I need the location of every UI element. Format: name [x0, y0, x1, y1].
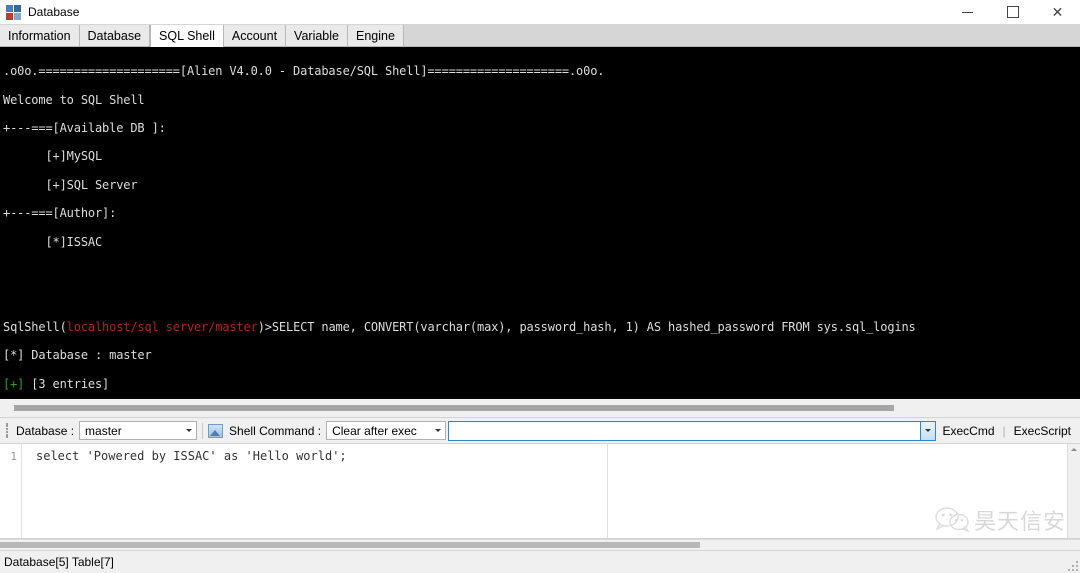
minimize-button[interactable] [945, 0, 990, 24]
close-button[interactable]: ✕ [1035, 0, 1080, 24]
application-window: Database ✕ Information Database SQL Shel… [0, 0, 1080, 573]
wechat-icon-svg [935, 507, 971, 533]
minimize-icon [962, 11, 973, 13]
toolbar-grip[interactable] [4, 422, 11, 439]
tab-bar: Information Database SQL Shell Account V… [0, 24, 1080, 47]
toolbar-divider [202, 422, 204, 439]
terminal-banner: .o0o.====================[Alien V4.0.0 -… [3, 64, 605, 79]
terminal-text: .o0o.====================[Alien V4.0.0 -… [1, 48, 1079, 398]
resize-grip[interactable] [1066, 559, 1078, 571]
terminal-status-database: [*] Database : master [3, 348, 152, 363]
terminal-prompt-line: SqlShell(localhost/sql server/master)>SE… [3, 320, 1079, 334]
editor-horizontal-scrollbar[interactable] [0, 539, 1080, 550]
terminal-author-item: [*]ISSAC [3, 234, 103, 249]
watermark-text: 昊天信安 [973, 510, 1066, 535]
tab-engine[interactable]: Engine [347, 25, 404, 46]
entries-count: [3 entries] [24, 376, 110, 391]
exec-script-button[interactable]: ExecScript [1007, 424, 1078, 438]
tab-account[interactable]: Account [223, 25, 287, 46]
terminal-horizontal-scrollbar[interactable] [0, 399, 1080, 418]
window-controls: ✕ [945, 0, 1080, 24]
database-select[interactable]: master [79, 421, 198, 440]
prompt-command: SELECT name, CONVERT(varchar(max), passw… [271, 319, 916, 334]
exec-cmd-button[interactable]: ExecCmd [936, 424, 1002, 438]
tab-sql-shell[interactable]: SQL Shell [150, 25, 224, 47]
maximize-button[interactable] [990, 0, 1035, 24]
title-bar: Database ✕ [0, 0, 1080, 24]
prompt-connection: localhost/sql server/master [66, 319, 258, 334]
status-bar-text: Database[5] Table[7] [4, 555, 114, 569]
shell-command-icon [208, 423, 224, 438]
app-database-icon [6, 4, 22, 20]
database-select-value: master [85, 423, 122, 438]
command-input-dropdown-button[interactable] [919, 420, 936, 441]
maximize-icon [1006, 6, 1019, 18]
chevron-down-icon[interactable] [181, 422, 196, 439]
tab-database[interactable]: Database [79, 25, 151, 46]
scrollbar-thumb[interactable] [14, 405, 894, 411]
chevron-down-icon[interactable] [430, 422, 445, 439]
line-number: 1 [10, 450, 17, 463]
shell-command-select-value: Clear after exec [332, 423, 417, 438]
editor-body[interactable]: select 'Powered by ISSAC' as 'Hello worl… [22, 444, 1080, 538]
database-label: Database : [16, 423, 75, 438]
terminal-available-db-item: [+]MySQL [3, 149, 103, 164]
scroll-up-button[interactable] [1068, 444, 1080, 455]
terminal-output-panel[interactable]: .o0o.====================[Alien V4.0.0 -… [0, 47, 1080, 399]
command-toolbar: Database : master Shell Command : Clear … [0, 418, 1080, 444]
editor-code-line[interactable]: select 'Powered by ISSAC' as 'Hello worl… [22, 444, 1080, 464]
close-icon: ✕ [1051, 4, 1064, 20]
wechat-icon [934, 506, 971, 534]
terminal-status-entries: [+] [3 entries] [3, 377, 1079, 391]
window-title: Database [28, 5, 80, 19]
entries-tag: [+] [3, 376, 25, 391]
prompt-prefix: SqlShell( [3, 319, 67, 334]
terminal-welcome: Welcome to SQL Shell [3, 92, 145, 107]
shell-command-label: Shell Command : [229, 423, 322, 438]
tab-information[interactable]: Information [0, 25, 80, 46]
command-input[interactable] [448, 420, 920, 441]
command-input-group [448, 420, 936, 441]
prompt-suffix: )> [257, 319, 272, 334]
shell-command-select[interactable]: Clear after exec [326, 421, 447, 440]
terminal-available-db-header: +---===[Available DB ]: [3, 121, 166, 136]
tab-variable[interactable]: Variable [286, 25, 348, 46]
scrollbar-thumb[interactable] [0, 542, 700, 548]
terminal-available-db-item: [+]SQL Server [3, 177, 138, 192]
status-bar: Database[5] Table[7] [0, 550, 1080, 573]
sql-editor-panel[interactable]: 1 select 'Powered by ISSAC' as 'Hello wo… [0, 444, 1080, 539]
editor-gutter: 1 [0, 444, 22, 538]
editor-vertical-divider [607, 444, 608, 538]
editor-vertical-scrollbar[interactable] [1067, 444, 1080, 538]
terminal-author-header: +---===[Author]: [3, 206, 117, 221]
watermark: 昊天信安 [934, 504, 1066, 536]
